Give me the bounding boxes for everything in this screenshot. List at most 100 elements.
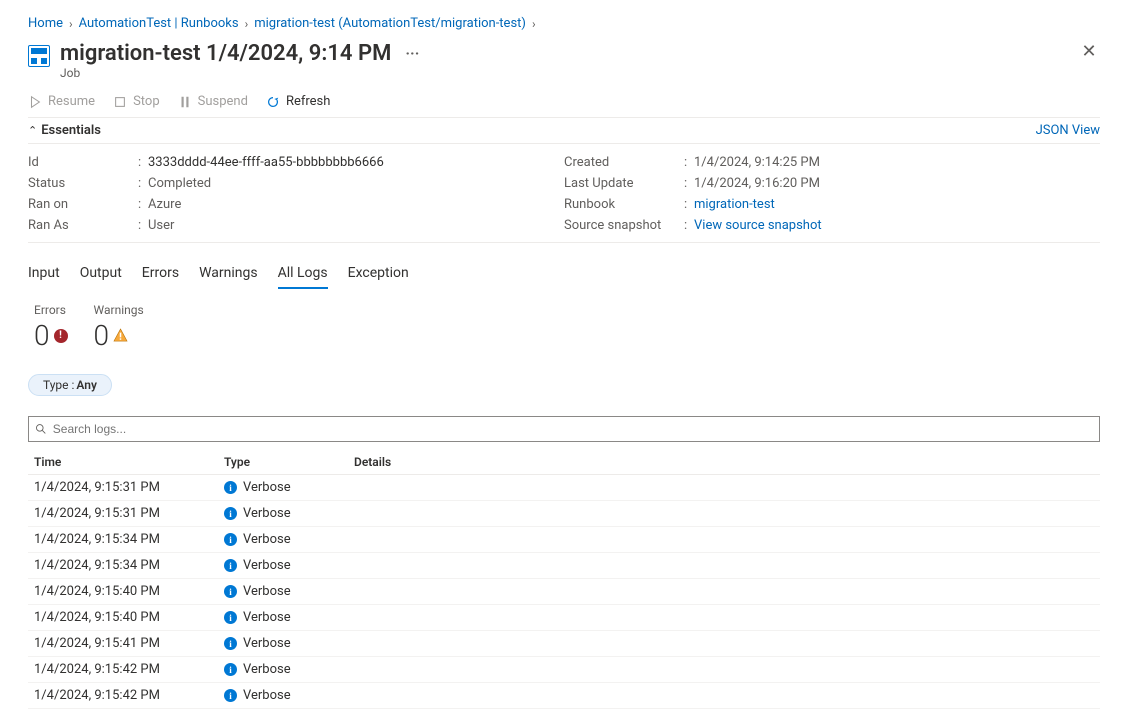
cell-type: iVerbose — [224, 636, 354, 651]
info-icon: i — [224, 481, 237, 494]
close-button[interactable]: ✕ — [1078, 41, 1100, 63]
cell-type: i Verbose — [224, 558, 354, 573]
errors-count: 0 — [34, 319, 50, 352]
cell-time: 1/4/2024, 9:15:31 PM — [28, 480, 224, 495]
field-label-lastupdate: Last Update — [564, 176, 684, 191]
cell-type-text: Verbose — [243, 506, 291, 521]
pause-icon — [178, 95, 192, 109]
cell-time: 1/4/2024, 9:15:40 PM — [28, 610, 224, 625]
more-actions-icon[interactable]: ··· — [405, 44, 419, 63]
cell-type: i Verbose — [224, 584, 354, 599]
field-value-created: 1/4/2024, 9:14:25 PM — [694, 155, 820, 170]
chevron-up-icon[interactable]: ⌃ — [28, 124, 37, 137]
toolbar: Resume Stop Suspend Refresh — [28, 94, 1100, 109]
info-icon: i — [224, 689, 237, 702]
cell-type: i Verbose — [224, 610, 354, 625]
field-label-ranas: Ran As — [28, 218, 138, 233]
play-icon — [28, 95, 42, 109]
runbook-link[interactable]: migration-test — [694, 197, 775, 212]
field-value-ranon: Azure — [148, 197, 181, 212]
cell-type: iVerbose — [224, 480, 354, 495]
cell-type: i Verbose — [224, 532, 354, 547]
col-header-details[interactable]: Details — [354, 455, 1100, 469]
field-label-created: Created — [564, 155, 684, 170]
warnings-counter: Warnings 0 — [94, 303, 144, 352]
field-value-id: 3333dddd-44ee-ffff-aa55-bbbbbbbb6666 — [148, 155, 384, 170]
filter-pill-type[interactable]: Type : Any — [28, 374, 112, 396]
cell-time: 1/4/2024, 9:15:34 PM — [28, 532, 224, 547]
cell-type-text: Verbose — [243, 688, 291, 703]
info-icon: i — [224, 507, 237, 520]
table-row[interactable]: 1/4/2024, 9:15:42 PMi Verbose — [28, 657, 1100, 683]
warning-icon — [113, 328, 128, 343]
cell-type-text: Verbose — [243, 636, 291, 651]
tab-warnings[interactable]: Warnings — [199, 261, 258, 289]
search-icon — [35, 423, 47, 435]
essentials-heading[interactable]: Essentials — [41, 123, 101, 138]
breadcrumb-level3[interactable]: migration-test (AutomationTest/migration… — [254, 16, 526, 31]
table-row[interactable]: 1/4/2024, 9:15:34 PMi Verbose — [28, 527, 1100, 553]
cell-type: i Verbose — [224, 662, 354, 677]
suspend-button[interactable]: Suspend — [178, 94, 248, 109]
table-row[interactable]: 1/4/2024, 9:15:42 PMiVerbose — [28, 683, 1100, 709]
page-title: migration-test 1/4/2024, 9:14 PM — [60, 41, 391, 66]
cell-type-text: Verbose — [243, 584, 291, 599]
job-blade-icon — [28, 45, 50, 67]
chevron-right-icon: › — [245, 18, 249, 30]
table-row[interactable]: 1/4/2024, 9:15:31 PMiVerbose — [28, 475, 1100, 501]
breadcrumb-level2[interactable]: AutomationTest | Runbooks — [79, 16, 239, 31]
tab-exception[interactable]: Exception — [348, 261, 409, 289]
cell-time: 1/4/2024, 9:15:34 PM — [28, 558, 224, 573]
table-row[interactable]: 1/4/2024, 9:15:31 PMi Verbose — [28, 501, 1100, 527]
refresh-button[interactable]: Refresh — [266, 94, 330, 109]
tab-output[interactable]: Output — [80, 261, 122, 289]
table-row[interactable]: 1/4/2024, 9:15:40 PMi Verbose — [28, 605, 1100, 631]
breadcrumb-home[interactable]: Home — [28, 16, 63, 31]
tab-all-logs[interactable]: All Logs — [278, 261, 328, 289]
info-icon: i — [224, 663, 237, 676]
table-row[interactable]: 1/4/2024, 9:15:34 PMi Verbose — [28, 553, 1100, 579]
table-row[interactable]: 1/4/2024, 9:15:41 PMiVerbose — [28, 631, 1100, 657]
cell-time: 1/4/2024, 9:15:31 PM — [28, 506, 224, 521]
info-icon: i — [224, 611, 237, 624]
stop-icon — [113, 95, 127, 109]
cell-type-text: Verbose — [243, 532, 291, 547]
breadcrumb: Home › AutomationTest | Runbooks › migra… — [28, 16, 1100, 31]
errors-counter: Errors 0 ! — [34, 303, 68, 352]
resume-button[interactable]: Resume — [28, 94, 95, 109]
cell-time: 1/4/2024, 9:15:41 PM — [28, 636, 224, 651]
cell-time: 1/4/2024, 9:15:42 PM — [28, 662, 224, 677]
field-value-lastupdate: 1/4/2024, 9:16:20 PM — [694, 176, 820, 191]
field-label-ranon: Ran on — [28, 197, 138, 212]
cell-type-text: Verbose — [243, 610, 291, 625]
source-snapshot-link[interactable]: View source snapshot — [694, 218, 822, 233]
search-input-wrapper[interactable] — [28, 416, 1100, 442]
cell-time: 1/4/2024, 9:15:40 PM — [28, 584, 224, 599]
tab-strip: Input Output Errors Warnings All Logs Ex… — [28, 261, 1100, 289]
col-header-time[interactable]: Time — [28, 455, 224, 469]
error-icon: ! — [54, 329, 68, 343]
cell-type: i Verbose — [224, 506, 354, 521]
page-subtitle: Job — [60, 66, 419, 80]
counters: Errors 0 ! Warnings 0 — [34, 303, 1100, 352]
cell-type-text: Verbose — [243, 662, 291, 677]
search-input[interactable] — [51, 421, 1093, 437]
stop-button[interactable]: Stop — [113, 94, 160, 109]
chevron-right-icon: › — [69, 18, 73, 30]
field-label-runbook: Runbook — [564, 197, 684, 212]
chevron-right-icon: › — [532, 18, 536, 30]
info-icon: i — [224, 559, 237, 572]
cell-type-text: Verbose — [243, 558, 291, 573]
field-value-ranas: User — [148, 218, 174, 233]
info-icon: i — [224, 533, 237, 546]
warnings-count: 0 — [94, 319, 110, 352]
tab-errors[interactable]: Errors — [142, 261, 179, 289]
table-row[interactable]: 1/4/2024, 9:15:40 PMi Verbose — [28, 579, 1100, 605]
logs-table: Time Type Details 1/4/2024, 9:15:31 PMiV… — [28, 450, 1100, 709]
col-header-type[interactable]: Type — [224, 455, 354, 469]
info-icon: i — [224, 585, 237, 598]
json-view-link[interactable]: JSON View — [1036, 123, 1100, 138]
tab-input[interactable]: Input — [28, 261, 60, 289]
field-value-status: Completed — [148, 176, 211, 191]
refresh-icon — [266, 95, 280, 109]
